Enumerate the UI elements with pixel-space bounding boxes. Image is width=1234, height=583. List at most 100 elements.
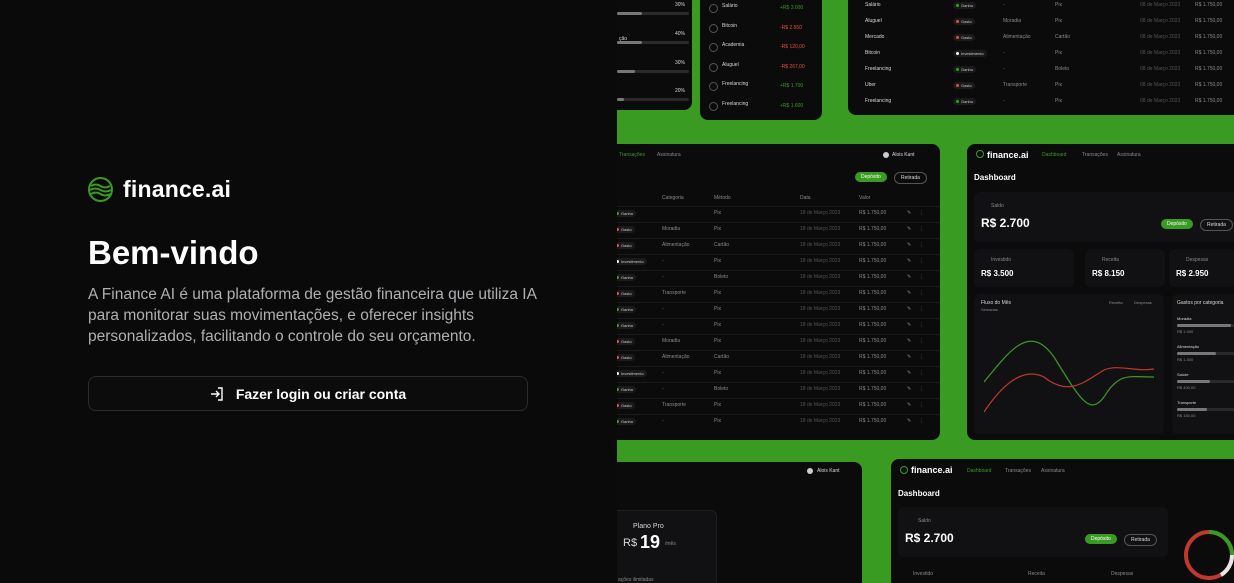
edit-icon[interactable]: ✎ xyxy=(907,226,911,232)
more-icon[interactable]: ⋮ xyxy=(919,370,924,376)
withdraw-button[interactable]: Retirada xyxy=(1124,534,1157,546)
balance-value: R$ 2.700 xyxy=(905,531,954,545)
edit-icon[interactable]: ✎ xyxy=(907,386,911,392)
more-icon[interactable]: ⋮ xyxy=(919,354,924,360)
withdraw-button[interactable]: Retirada xyxy=(894,172,927,184)
more-icon[interactable]: ⋮ xyxy=(919,226,924,232)
row-category: - xyxy=(662,258,664,264)
edit-icon[interactable]: ✎ xyxy=(907,354,911,360)
tab-subscription[interactable]: Assinatura xyxy=(1041,468,1065,474)
edit-icon[interactable]: ✎ xyxy=(907,322,911,328)
row-divider xyxy=(617,350,940,351)
preview-dashboard-panel: finance.ai Dashboard Transações Assinatu… xyxy=(967,144,1234,440)
summary-label: Despesas xyxy=(1111,571,1134,577)
more-icon[interactable]: ⋮ xyxy=(919,306,924,312)
edit-icon[interactable]: ✎ xyxy=(907,418,911,424)
status-badge: Ganho xyxy=(953,98,977,105)
row-category: Moradia xyxy=(662,226,681,232)
status-badge: Gasto xyxy=(617,242,635,249)
edit-icon[interactable]: ✎ xyxy=(907,242,911,248)
withdraw-button[interactable]: Retirada xyxy=(1200,219,1233,231)
edit-icon[interactable]: ✎ xyxy=(907,402,911,408)
more-icon[interactable]: ⋮ xyxy=(919,274,924,280)
spending-title: Gastos por categoria xyxy=(1177,300,1224,306)
tab-dashboard[interactable]: Dashboard xyxy=(967,468,991,474)
row-date: 08 de Março 2023 xyxy=(1140,66,1181,72)
row-category: Alimentação xyxy=(662,354,690,360)
deposit-button[interactable]: Depósito xyxy=(1161,219,1193,229)
row-date: 18 de Março 2023 xyxy=(800,402,841,408)
row-method: Pix xyxy=(714,258,721,264)
summary-value: R$ 3.500 xyxy=(981,269,1014,278)
balance-label: Saldo xyxy=(918,518,931,524)
row-divider xyxy=(617,206,940,207)
row-date: 08 de Março 2023 xyxy=(1140,2,1181,8)
status-dot xyxy=(617,340,619,344)
row-divider xyxy=(617,286,940,287)
status-badge: Ganho xyxy=(617,306,637,313)
tab-dashboard[interactable]: Dashboard xyxy=(1042,152,1066,158)
row-value: R$ 1.750,00 xyxy=(1195,50,1223,56)
more-icon[interactable]: ⋮ xyxy=(919,258,924,264)
more-icon[interactable]: ⋮ xyxy=(919,418,924,424)
row-method: Pix xyxy=(714,306,721,312)
status-badge: Gasto xyxy=(953,18,975,25)
deposit-button[interactable]: Depósito xyxy=(855,172,887,182)
chart-title: Fluxo do Mês xyxy=(981,300,1012,306)
status-dot xyxy=(956,84,959,88)
status-label: Gasto xyxy=(961,83,972,88)
tab-transactions[interactable]: Transações xyxy=(1082,152,1108,158)
row-category: - xyxy=(662,274,664,280)
row-value: R$ 1.750,00 xyxy=(1195,34,1223,40)
transaction-name: Academia xyxy=(722,42,745,48)
more-icon[interactable]: ⋮ xyxy=(919,322,924,328)
row-divider xyxy=(617,254,940,255)
status-label: Ganho xyxy=(621,211,634,216)
status-label: Gasto xyxy=(961,35,972,40)
edit-icon[interactable]: ✎ xyxy=(907,338,911,344)
edit-icon[interactable]: ✎ xyxy=(907,258,911,264)
deposit-button[interactable]: Depósito xyxy=(1085,534,1117,544)
balance-value: R$ 2.700 xyxy=(981,216,1030,230)
status-badge: Ganho xyxy=(617,386,637,393)
tab-subscription[interactable]: Assinatura xyxy=(1117,152,1141,158)
login-button[interactable]: Fazer login ou criar conta xyxy=(88,376,528,411)
row-category: - xyxy=(662,370,664,376)
row-date: 18 de Março 2023 xyxy=(800,274,841,280)
page-title: Dashboard xyxy=(898,489,940,498)
tab-subscription[interactable]: Assinatura xyxy=(657,152,681,158)
more-icon[interactable]: ⋮ xyxy=(919,338,924,344)
tab-transactions[interactable]: Transações xyxy=(1005,468,1031,474)
more-icon[interactable]: ⋮ xyxy=(919,242,924,248)
edit-icon[interactable]: ✎ xyxy=(907,210,911,216)
row-date: 18 de Março 2023 xyxy=(800,258,841,264)
row-date: 18 de Março 2023 xyxy=(800,354,841,360)
row-method: Pix xyxy=(1055,50,1062,56)
more-icon[interactable]: ⋮ xyxy=(919,402,924,408)
status-badge: Ganho xyxy=(617,210,637,217)
tab-transactions[interactable]: Transações xyxy=(619,152,645,158)
more-icon[interactable]: ⋮ xyxy=(919,386,924,392)
edit-icon[interactable]: ✎ xyxy=(907,274,911,280)
status-label: Investimento xyxy=(621,371,644,376)
transaction-value: +R$ 1.700 xyxy=(780,83,804,89)
transaction-icon xyxy=(709,23,718,33)
more-icon[interactable]: ⋮ xyxy=(919,210,924,216)
edit-icon[interactable]: ✎ xyxy=(907,290,911,296)
balance-card: Saldo R$ 2.700 Depósito Retirada xyxy=(898,507,1168,557)
row-value: R$ 1.750,00 xyxy=(859,290,887,296)
status-badge: Gasto xyxy=(617,338,635,345)
transaction-icon xyxy=(709,62,718,72)
row-value: R$ 1.750,00 xyxy=(859,418,887,424)
row-method: Boleto xyxy=(714,386,729,392)
row-category: Alimentação xyxy=(1003,34,1031,40)
col-header: Valor xyxy=(859,195,871,201)
login-button-label: Fazer login ou criar conta xyxy=(235,385,407,402)
edit-icon[interactable]: ✎ xyxy=(907,370,911,376)
summary-label: Receita xyxy=(1028,571,1045,577)
edit-icon[interactable]: ✎ xyxy=(907,306,911,312)
spending-card: Gastos por categoria Moradia R$ 1.900 Alim… xyxy=(1172,294,1234,434)
row-category: - xyxy=(1003,98,1005,104)
status-dot xyxy=(956,68,959,72)
more-icon[interactable]: ⋮ xyxy=(919,290,924,296)
